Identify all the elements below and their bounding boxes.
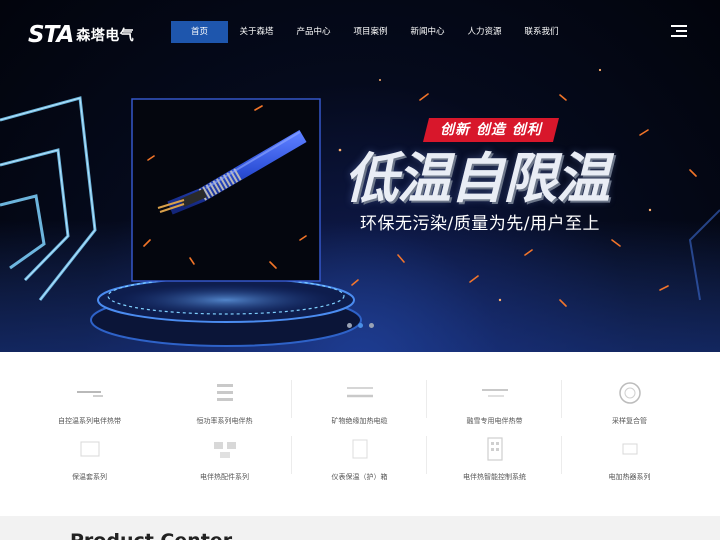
product-category-grid: 自控温系列电伴热带 恒功率系列电伴热 矿物绝缘加热电缆 融雪专用电伴热带 采样复合管保温… xyxy=(0,352,720,516)
insulation-jacket-icon xyxy=(73,434,107,464)
product-category-label: 电加热器系列 xyxy=(608,473,651,481)
nav-item-4[interactable]: 新闻中心 xyxy=(399,21,456,43)
product-category-label: 电伴热智能控制系统 xyxy=(463,473,526,481)
page: STA 森塔电气 首页 关于森塔 产品中心 项目案例 新闻中心 人力资源 联系我们 创新 创… xyxy=(0,0,720,540)
product-category-label: 自控温系列电伴热带 xyxy=(58,417,121,425)
product-category-item[interactable]: 仪表保温（护）箱 xyxy=(292,434,427,490)
sampling-tube-icon xyxy=(613,378,647,408)
product-category-label: 矿物绝缘加热电缆 xyxy=(331,417,388,425)
control-system-icon xyxy=(478,434,512,464)
product-category-label: 电伴热配件系列 xyxy=(200,473,249,481)
nav-item-5[interactable]: 人力资源 xyxy=(456,21,513,43)
hamburger-menu-icon[interactable] xyxy=(671,25,687,38)
product-category-item[interactable]: 恒功率系列电伴热 xyxy=(157,378,292,434)
logo-name: 森塔电气 xyxy=(76,28,135,44)
nav-item-2[interactable]: 产品中心 xyxy=(285,21,342,43)
main-menu: 首页 关于森塔 产品中心 项目案例 新闻中心 人力资源 联系我们 xyxy=(171,21,570,43)
section-title: Product Center xyxy=(70,530,232,540)
electric-heater-icon xyxy=(613,434,647,464)
product-category-item[interactable]: 电加热器系列 xyxy=(562,434,697,490)
snow-melt-cable-icon xyxy=(478,378,512,408)
product-category-item[interactable]: 采样复合管 xyxy=(562,378,697,434)
nav-item-0[interactable]: 首页 xyxy=(171,21,228,43)
nav-item-1[interactable]: 关于森塔 xyxy=(228,21,285,43)
slider-pagination xyxy=(347,323,380,328)
slogan-tag: 创新 创造 创利 xyxy=(440,122,542,138)
product-category-item[interactable]: 矿物绝缘加热电缆 xyxy=(292,378,427,434)
heating-cable-icon xyxy=(73,378,107,408)
product-category-label: 融雪专用电伴热带 xyxy=(466,417,523,425)
product-category-label: 采样复合管 xyxy=(612,417,647,425)
product-category-item[interactable]: 电伴热智能控制系统 xyxy=(427,434,562,490)
constant-power-cable-icon xyxy=(208,378,242,408)
nav-item-3[interactable]: 项目案例 xyxy=(342,21,399,43)
product-category-item[interactable]: 保温套系列 xyxy=(22,434,157,490)
accessories-icon xyxy=(208,434,242,464)
hero-banner[interactable]: STA 森塔电气 首页 关于森塔 产品中心 项目案例 新闻中心 人力资源 联系我们 创新 创… xyxy=(0,0,720,352)
mineral-cable-icon xyxy=(343,378,377,408)
product-category-label: 保温套系列 xyxy=(72,473,107,481)
product-center-section: Product Center xyxy=(0,516,720,540)
hero-title: 低温自限温 xyxy=(344,147,610,210)
product-category-item[interactable]: 自控温系列电伴热带 xyxy=(22,378,157,434)
product-category-label: 仪表保温（护）箱 xyxy=(331,473,388,481)
top-navigation: STA 森塔电气 首页 关于森塔 产品中心 项目案例 新闻中心 人力资源 联系我们 xyxy=(0,0,720,64)
brand-logo[interactable]: STA 森塔电气 xyxy=(28,22,134,48)
slider-dot[interactable] xyxy=(369,323,374,328)
instrument-box-icon xyxy=(343,434,377,464)
logo-mark: STA xyxy=(28,22,74,48)
slider-dot[interactable] xyxy=(347,323,352,328)
slider-dot[interactable] xyxy=(358,323,363,328)
hero-subtitle: 环保无污染/质量为先/用户至上 xyxy=(360,214,600,234)
product-category-item[interactable]: 融雪专用电伴热带 xyxy=(427,378,562,434)
nav-item-6[interactable]: 联系我们 xyxy=(513,21,570,43)
product-category-label: 恒功率系列电伴热 xyxy=(196,417,253,425)
product-category-item[interactable]: 电伴热配件系列 xyxy=(157,434,292,490)
